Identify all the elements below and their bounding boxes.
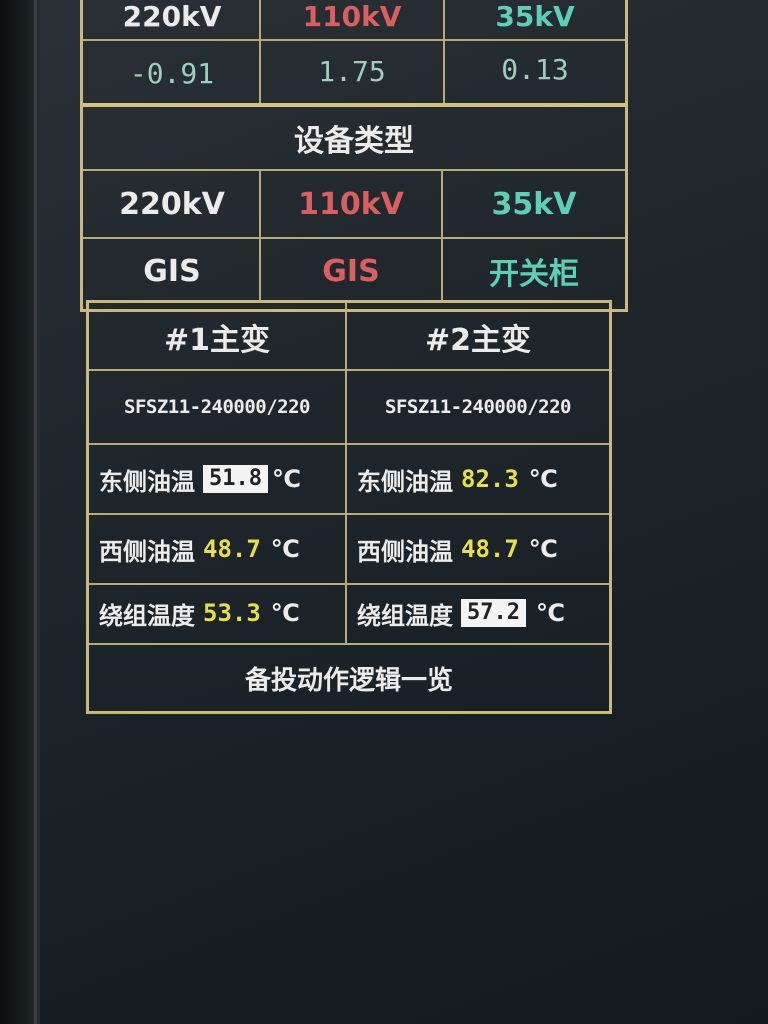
unit-celsius: ℃ [535,599,566,627]
unit-celsius: ℃ [270,599,300,627]
unit-celsius: ℃ [270,535,300,563]
bus-value-35: 0.13 [501,52,569,86]
transformer-2-winding-input[interactable]: 57.2 [461,599,526,627]
divider [89,643,609,645]
unit-celsius: ℃ [271,465,302,493]
unit-celsius: ℃ [528,535,558,563]
transformer-2-east-oil-value: 82.3 [461,465,519,493]
equipment-type-220: GIS [143,253,201,289]
transformer-1-west-oil-value: 48.7 [203,535,261,563]
backup-logic-link[interactable]: 备投动作逻辑一览 [91,647,607,709]
divider [89,513,609,515]
east-oil-label: 东侧油温 [357,467,453,496]
bus-value-110: 1.75 [318,54,386,88]
transformer-2-model: SFSZ11-240000/220 [385,396,571,418]
divider [89,369,609,371]
winding-temp-label: 绕组温度 [357,601,453,630]
equipment-voltage-110: 110kV [298,186,404,222]
transformer-1-model: SFSZ11-240000/220 [124,396,310,418]
voltage-header-220: 220kV [122,0,222,33]
bus-value-220: -0.91 [129,56,215,90]
divider [83,103,625,107]
divider [83,169,625,171]
transformer-1-east-oil-input[interactable]: 51.8 [203,465,268,493]
bus-equipment-panel: 220kV 110kV 35kV -0.91 1.75 0.13 设备类型 22… [80,0,628,312]
transformer-2-title: #2主变 [424,323,531,358]
voltage-header-110: 110kV [302,0,402,33]
divider [443,0,445,105]
equipment-type-35: 开关柜 [489,257,579,292]
transformer-1-winding-value: 53.3 [203,599,261,627]
east-oil-label: 东侧油温 [99,467,195,496]
divider [345,303,347,643]
divider [89,443,609,445]
west-oil-label: 西侧油温 [99,537,195,566]
west-oil-label: 西侧油温 [357,537,453,566]
equipment-voltage-220: 220kV [119,186,225,222]
equipment-voltage-35: 35kV [491,186,577,222]
transformer-1-winding-row: 绕组温度 53.3 ℃ [91,585,343,641]
transformer-2-east-oil-row: 东侧油温 82.3 ℃ [349,447,607,511]
transformer-2-west-oil-row: 西侧油温 48.7 ℃ [349,517,607,581]
transformer-panel: #1主变 SFSZ11-240000/220 东侧油温 51.8 ℃ 西侧油温 … [86,300,612,714]
divider [259,0,261,105]
winding-temp-label: 绕组温度 [99,601,195,630]
transformer-1-west-oil-row: 西侧油温 48.7 ℃ [91,517,343,581]
transformer-1-title: #1主变 [163,323,270,358]
transformer-2-winding-row: 绕组温度 57.2 ℃ [349,585,607,641]
equipment-type-110: GIS [322,253,380,289]
voltage-header-35: 35kV [495,0,575,33]
transformer-1-east-oil-row: 东侧油温 51.8 ℃ [91,447,343,511]
bezel-edge [34,0,37,1024]
equipment-type-title: 设备类型 [294,124,414,159]
hmi-screen: 220kV 110kV 35kV -0.91 1.75 0.13 设备类型 22… [0,0,768,1024]
transformer-2-west-oil-value: 48.7 [461,535,519,563]
unit-celsius: ℃ [528,465,558,493]
